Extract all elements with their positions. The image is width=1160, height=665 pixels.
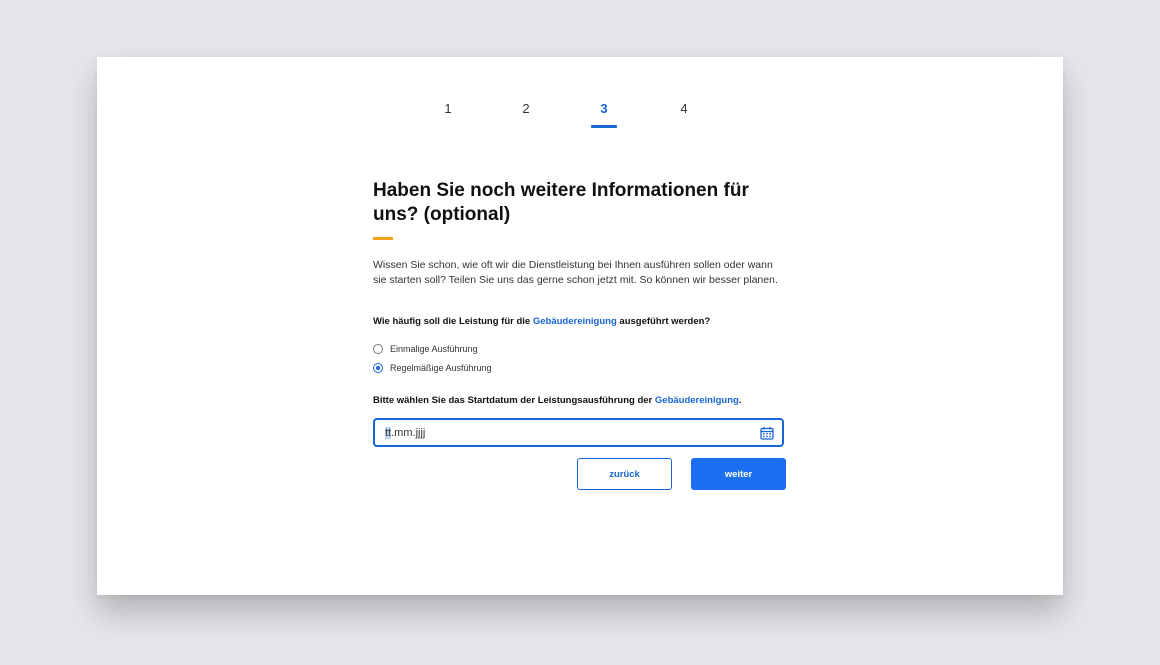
page-title: Haben Sie noch weitere Informationen für… xyxy=(373,180,749,225)
step-indicator: 1 2 3 4 xyxy=(97,101,1063,131)
start-date-question: Bitte wählen Sie das Startdatum der Leis… xyxy=(373,395,787,406)
frequency-question-prefix: Wie häufig soll die Leistung für die xyxy=(373,316,533,327)
active-step-underline xyxy=(591,125,617,128)
radio-option-einmalig[interactable]: Einmalige Ausführung xyxy=(373,339,787,358)
step-label: 3 xyxy=(600,101,608,116)
service-link[interactable]: Gebäudereinigung xyxy=(655,395,739,406)
date-input-value: tt.mm.jjjj xyxy=(385,426,760,439)
step-label: 2 xyxy=(522,101,530,116)
frequency-question: Wie häufig soll die Leistung für die Geb… xyxy=(373,316,787,327)
radio-label: Regelmäßige Ausführung xyxy=(390,362,492,373)
next-button[interactable]: weiter xyxy=(691,458,786,490)
calendar-icon[interactable] xyxy=(760,426,774,440)
step-1[interactable]: 1 xyxy=(428,101,468,116)
step-2[interactable]: 2 xyxy=(506,101,546,116)
step-label: 1 xyxy=(444,101,452,116)
service-link[interactable]: Gebäudereinigung xyxy=(533,316,617,327)
step-4[interactable]: 4 xyxy=(664,101,704,116)
form-content: Haben Sie noch weitere Informationen für… xyxy=(373,179,787,490)
date-question-prefix: Bitte wählen Sie das Startdatum der Leis… xyxy=(373,395,655,406)
radio-label: Einmalige Ausführung xyxy=(390,343,478,354)
wizard-card: 1 2 3 4 Haben Sie noch weitere Informati… xyxy=(97,57,1063,595)
title-accent-bar xyxy=(373,237,393,240)
back-button[interactable]: zurück xyxy=(577,458,672,490)
date-question-suffix: . xyxy=(738,395,742,406)
step-3[interactable]: 3 xyxy=(584,101,624,128)
start-date-input[interactable]: tt.mm.jjjj xyxy=(373,418,784,447)
form-actions: zurück weiter xyxy=(373,458,786,490)
frequency-question-suffix: ausgeführt werden? xyxy=(616,316,711,327)
frequency-radio-group: Einmalige Ausführung Regelmäßige Ausführ… xyxy=(373,339,787,377)
intro-text: Wissen Sie schon, wie oft wir die Dienst… xyxy=(373,259,778,286)
date-rest-segment: .mm.jjjj xyxy=(391,426,426,439)
radio-button-unchecked[interactable] xyxy=(373,343,383,354)
radio-option-regelmaessig[interactable]: Regelmäßige Ausführung xyxy=(373,358,787,377)
step-label: 4 xyxy=(680,101,688,116)
radio-button-checked[interactable] xyxy=(373,362,383,373)
